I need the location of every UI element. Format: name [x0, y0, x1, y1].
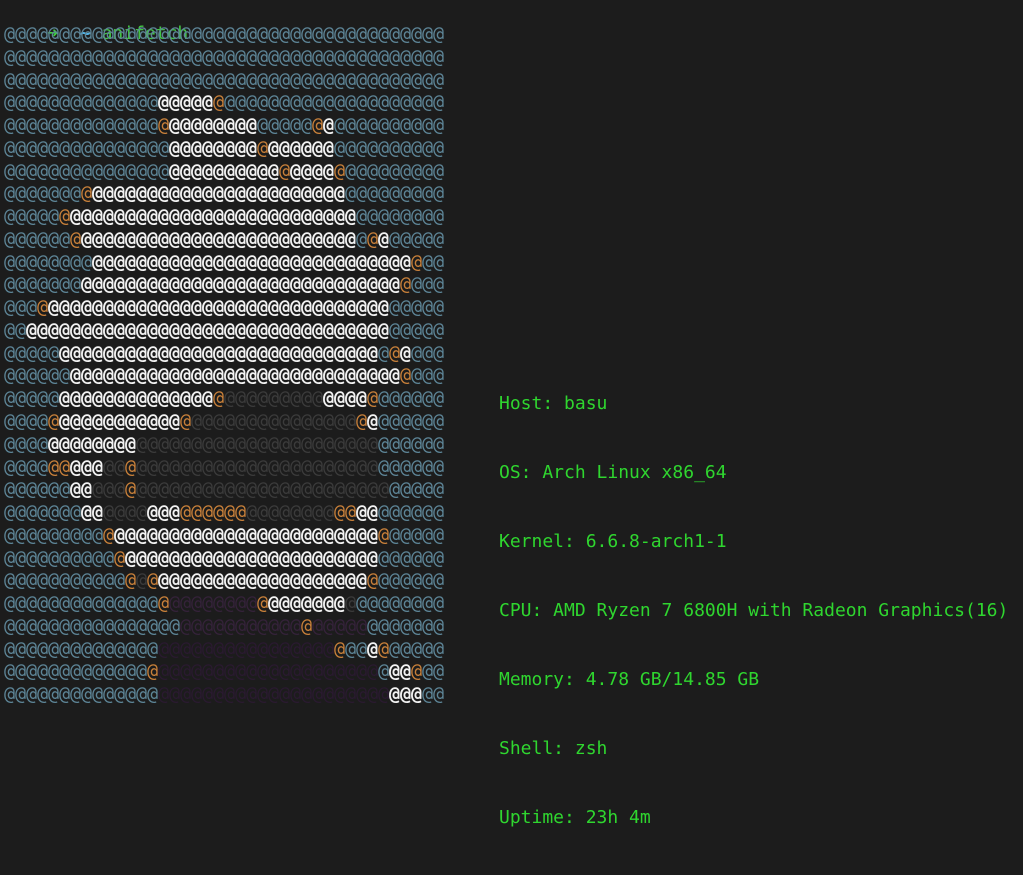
ascii-art-row: @@@@@@@@@@@@@@@@@@@@@@@@@@@@@@@@@@@@@@@@ — [4, 160, 445, 182]
info-os: OS: Arch Linux x86_64 — [499, 462, 727, 483]
ascii-art-row: @@@@@@@@@@@@@@@@@@@@@@@@@@@@@@@@@@@@@@@@ — [4, 228, 445, 250]
ascii-art-row: @@@@@@@@@@@@@@@@@@@@@@@@@@@@@@@@@@@@@@@@ — [4, 137, 445, 159]
ascii-art-row: @@@@@@@@@@@@@@@@@@@@@@@@@@@@@@@@@@@@@@@@ — [4, 24, 445, 45]
ascii-art-row: @@@@@@@@@@@@@@@@@@@@@@@@@@@@@@@@@@@@@@@@ — [4, 206, 445, 228]
info-cpu: CPU: AMD Ryzen 7 6800H with Radeon Graph… — [499, 600, 1009, 621]
ascii-art-row: @@@@@@@@@@@@@@@@@@@@@@@@@@@@@@@@@@@@@@@@ — [4, 411, 445, 433]
ascii-art-row: @@@@@@@@@@@@@@@@@@@@@@@@@@@@@@@@@@@@@@@@ — [4, 615, 445, 637]
ascii-art-row: @@@@@@@@@@@@@@@@@@@@@@@@@@@@@@@@@@@@@@@@ — [4, 456, 445, 478]
ascii-art-row: @@@@@@@@@@@@@@@@@@@@@@@@@@@@@@@@@@@@@@@@ — [4, 274, 445, 296]
ascii-art-row: @@@@@@@@@@@@@@@@@@@@@@@@@@@@@@@@@@@@@@@@ — [4, 479, 445, 501]
info-host: Host: basu — [499, 393, 608, 414]
terminal-window[interactable]: ➜ ~ anifetch @@@@@@@@@@@@@@@@@@@@@@@@@@@… — [0, 0, 1023, 828]
info-memory: Memory: 4.78 GB/14.85 GB — [499, 669, 760, 690]
ascii-art-row: @@@@@@@@@@@@@@@@@@@@@@@@@@@@@@@@@@@@@@@@ — [4, 297, 445, 319]
ascii-art-row: @@@@@@@@@@@@@@@@@@@@@@@@@@@@@@@@@@@@@@@@ — [4, 115, 445, 137]
ascii-art-row: @@@@@@@@@@@@@@@@@@@@@@@@@@@@@@@@@@@@@@@@ — [4, 183, 445, 205]
ascii-art-row: @@@@@@@@@@@@@@@@@@@@@@@@@@@@@@@@@@@@@@@@ — [4, 547, 445, 569]
ascii-art-image: @@@@@@@@@@@@@@@@@@@@@@@@@@@@@@@@@@@@@@@@… — [4, 24, 448, 707]
info-kernel: Kernel: 6.6.8-arch1-1 — [499, 531, 727, 552]
ascii-art-row: @@@@@@@@@@@@@@@@@@@@@@@@@@@@@@@@@@@@@@@@ — [4, 69, 445, 91]
ascii-art-row: @@@@@@@@@@@@@@@@@@@@@@@@@@@@@@@@@@@@@@@@ — [4, 502, 445, 524]
ascii-art-row: @@@@@@@@@@@@@@@@@@@@@@@@@@@@@@@@@@@@@@@@ — [4, 570, 445, 592]
ascii-art-row: @@@@@@@@@@@@@@@@@@@@@@@@@@@@@@@@@@@@@@@@ — [4, 433, 445, 455]
ascii-art-row: @@@@@@@@@@@@@@@@@@@@@@@@@@@@@@@@@@@@@@@@ — [4, 92, 445, 114]
system-info-panel: Host: basu OS: Arch Linux x86_64 Kernel:… — [499, 346, 1008, 875]
ascii-art-row: @@@@@@@@@@@@@@@@@@@@@@@@@@@@@@@@@@@@@@@@ — [4, 593, 445, 615]
ascii-art-row: @@@@@@@@@@@@@@@@@@@@@@@@@@@@@@@@@@@@@@@@ — [4, 365, 445, 387]
ascii-art-row: @@@@@@@@@@@@@@@@@@@@@@@@@@@@@@@@@@@@@@@@ — [4, 319, 445, 341]
ascii-art-row: @@@@@@@@@@@@@@@@@@@@@@@@@@@@@@@@@@@@@@@@ — [4, 524, 445, 546]
ascii-art-row: @@@@@@@@@@@@@@@@@@@@@@@@@@@@@@@@@@@@@@@@ — [4, 251, 445, 273]
ascii-art-row: @@@@@@@@@@@@@@@@@@@@@@@@@@@@@@@@@@@@@@@@ — [4, 661, 445, 683]
ascii-art-row: @@@@@@@@@@@@@@@@@@@@@@@@@@@@@@@@@@@@@@@@ — [4, 388, 445, 410]
info-shell: Shell: zsh — [499, 738, 608, 759]
ascii-art-row: @@@@@@@@@@@@@@@@@@@@@@@@@@@@@@@@@@@@@@@@ — [4, 638, 445, 660]
ascii-art-row: @@@@@@@@@@@@@@@@@@@@@@@@@@@@@@@@@@@@@@@@ — [4, 684, 445, 706]
ascii-art-row: @@@@@@@@@@@@@@@@@@@@@@@@@@@@@@@@@@@@@@@@ — [4, 46, 445, 68]
ascii-art-row: @@@@@@@@@@@@@@@@@@@@@@@@@@@@@@@@@@@@@@@@ — [4, 342, 445, 364]
info-uptime: Uptime: 23h 4m — [499, 807, 651, 828]
